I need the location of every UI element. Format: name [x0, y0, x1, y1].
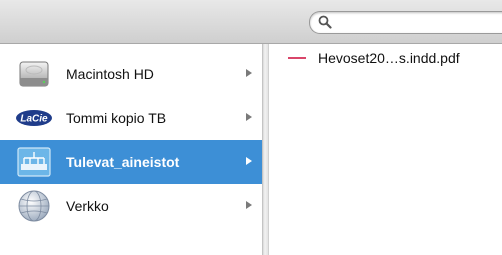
file-list-item[interactable]: Hevoset20…s.indd.pdf	[288, 48, 460, 68]
lacie-drive-icon: LaCie	[16, 110, 52, 126]
sidebar-item-tulevat-aineistot[interactable]: Tulevat_aineistot	[0, 140, 262, 184]
sidebar-item-macintosh-hd[interactable]: Macintosh HD	[0, 52, 262, 96]
sidebar-item-label: Verkko	[66, 198, 109, 214]
sidebar-item-label: Macintosh HD	[66, 66, 154, 82]
pdf-file-icon	[288, 57, 306, 59]
lacie-logo-text: LaCie	[20, 114, 48, 125]
hard-drive-icon	[19, 61, 49, 87]
sidebar-item-tommi-kopio-tb[interactable]: LaCie Tommi kopio TB	[0, 96, 262, 140]
sidebar-item-label: Tulevat_aineistot	[66, 154, 180, 170]
search-field[interactable]	[309, 11, 502, 34]
sidebar-item-verkko[interactable]: Verkko	[0, 184, 262, 228]
disclosure-arrow-icon	[246, 201, 252, 209]
disclosure-arrow-icon	[246, 113, 252, 121]
file-name: Hevoset20…s.indd.pdf	[318, 50, 460, 66]
finder-toolbar	[0, 0, 502, 44]
volume-column: Macintosh HD LaCie Tommi kopio TB Tuleva…	[0, 44, 262, 255]
column-resize-handle[interactable]	[262, 44, 269, 255]
disclosure-arrow-icon	[246, 157, 252, 165]
sidebar-item-label: Tommi kopio TB	[66, 110, 167, 126]
search-icon	[318, 15, 332, 29]
disclosure-arrow-icon	[246, 69, 252, 77]
network-volume-icon	[17, 147, 51, 177]
search-input[interactable]	[336, 14, 502, 30]
network-globe-icon	[18, 190, 50, 222]
